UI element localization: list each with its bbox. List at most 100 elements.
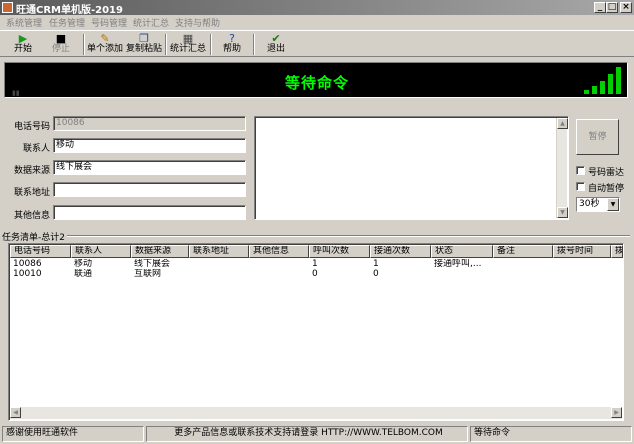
scroll-up-arrow-icon[interactable]: ▲	[557, 118, 568, 129]
column-header[interactable]: 备注	[493, 245, 553, 258]
menu-bar: 系统管理 任务管理 号码管理 统计汇总 支持与帮助	[0, 15, 634, 30]
stats-grid-icon: ▦	[182, 32, 194, 45]
toolbar: ▶ 开始 ■ 停止 ✎ 单个添加 ❐ 复制粘贴 ▦ 统计汇总 ? 帮助 ✔ 退出	[0, 30, 634, 57]
checkmark-exit-icon: ✔	[271, 32, 281, 45]
other-info-field[interactable]	[53, 205, 246, 220]
column-header[interactable]: 联系地址	[189, 245, 249, 258]
number-flash-checkbox[interactable]	[576, 166, 585, 175]
add-record-icon: ✎	[100, 32, 110, 45]
table-cell: 联通	[74, 269, 93, 279]
clipboard-icon: ❐	[139, 32, 149, 45]
table-cell	[556, 259, 611, 269]
notes-textarea[interactable]: ▲ ▼	[254, 116, 569, 220]
signal-bar	[608, 74, 613, 94]
copy-paste-button[interactable]: ❐ 复制粘贴	[125, 32, 163, 57]
horizontal-scrollbar[interactable]: ◀ ▶	[10, 407, 622, 419]
table-cell	[252, 269, 309, 279]
signal-bar	[584, 90, 589, 94]
start-button[interactable]: ▶ 开始	[6, 32, 40, 57]
table-cell	[614, 269, 623, 279]
column-header[interactable]: 电话号码	[10, 245, 71, 258]
group-divider	[2, 235, 630, 237]
table-cell: 0	[373, 269, 379, 279]
task-list[interactable]: 电话号码联系人数据来源联系地址其他信息呼叫次数接通次数状态备注拨号时间拨 100…	[8, 243, 624, 421]
table-cell: 1	[373, 259, 379, 269]
table-cell: 移动	[74, 259, 93, 269]
table-cell	[496, 259, 553, 269]
app-icon[interactable]	[2, 2, 13, 13]
close-button[interactable]: ×	[620, 2, 632, 13]
table-cell: 线下展会	[134, 259, 171, 269]
scroll-left-arrow-icon[interactable]: ◀	[10, 407, 21, 418]
maximize-button[interactable]: □	[606, 2, 618, 13]
status-display: ▮▮ 等待命令	[4, 62, 628, 98]
table-cell: 互联网	[134, 269, 162, 279]
signal-bar	[600, 81, 605, 94]
scroll-down-arrow-icon[interactable]: ▼	[557, 207, 568, 218]
column-header[interactable]: 其他信息	[249, 245, 309, 258]
stop-icon: ■	[55, 32, 67, 45]
address-field[interactable]	[53, 182, 246, 197]
contact-field[interactable]: 移动	[53, 138, 246, 153]
play-icon: ▶	[18, 32, 28, 45]
table-cell: 10086	[13, 259, 42, 269]
contact-label: 联系人	[22, 144, 50, 154]
menu-system[interactable]: 系统管理	[6, 16, 42, 29]
minimize-button[interactable]: _	[594, 2, 606, 13]
toolbar-separator	[83, 34, 85, 55]
signal-bar	[592, 86, 597, 94]
column-header[interactable]: 呼叫次数	[309, 245, 370, 258]
table-cell: 0	[312, 269, 318, 279]
scroll-right-arrow-icon[interactable]: ▶	[611, 407, 622, 418]
interval-select[interactable]: 30秒 ▼	[576, 197, 620, 212]
auto-pause-checkbox[interactable]	[576, 182, 585, 191]
menu-help[interactable]: 支持与帮助	[175, 16, 220, 29]
phone-label: 电话号码	[13, 122, 50, 132]
toolbar-separator	[253, 34, 255, 55]
number-flash-label: 号码雷达	[588, 168, 625, 178]
status-welcome: 感谢使用旺通软件	[2, 426, 144, 442]
table-cell: 接通呼叫,...	[434, 259, 482, 269]
source-label: 数据来源	[13, 166, 50, 176]
status-message: 等待命令	[284, 74, 349, 92]
toolbar-separator	[165, 34, 167, 55]
window-title: 旺通CRM单机版-2019	[16, 5, 123, 16]
notes-scrollbar[interactable]: ▲ ▼	[556, 118, 568, 218]
column-header[interactable]: 状态	[431, 245, 493, 258]
table-cell	[614, 259, 623, 269]
table-row[interactable]: 10086 移动 线下展会 1 1 接通呼叫,...	[9, 259, 623, 269]
column-header[interactable]: 数据来源	[131, 245, 189, 258]
column-header[interactable]: 拨号时间	[553, 245, 611, 258]
column-header[interactable]: 联系人	[71, 245, 131, 258]
exit-button[interactable]: ✔ 退出	[264, 32, 288, 57]
table-cell: 1	[312, 259, 318, 269]
help-icon: ?	[229, 32, 235, 45]
table-cell: 10010	[13, 269, 42, 279]
table-cell	[556, 269, 611, 279]
source-field[interactable]: 线下展会	[53, 160, 246, 175]
phone-field[interactable]: 10086	[53, 116, 246, 131]
stop-button[interactable]: ■ 停止	[44, 32, 78, 57]
chevron-down-icon[interactable]: ▼	[607, 198, 619, 211]
other-info-label: 其他信息	[13, 211, 50, 221]
menu-number[interactable]: 号码管理	[91, 16, 127, 29]
address-label: 联系地址	[13, 188, 50, 198]
pause-button[interactable]: 暂停	[576, 119, 619, 155]
menu-task[interactable]: 任务管理	[49, 16, 85, 29]
column-header[interactable]: 拨	[611, 245, 623, 258]
menu-stats[interactable]: 统计汇总	[133, 16, 169, 29]
toolbar-separator	[210, 34, 212, 55]
column-header[interactable]: 接通次数	[370, 245, 431, 258]
task-list-title: 任务清单-总计2	[2, 230, 67, 243]
table-cell	[192, 259, 249, 269]
signal-bar	[616, 67, 621, 94]
add-single-button[interactable]: ✎ 单个添加	[86, 32, 124, 57]
table-cell	[252, 259, 309, 269]
table-row[interactable]: 10010 联通 互联网 0 0	[9, 269, 623, 279]
interval-value: 30秒	[579, 199, 600, 209]
stats-button[interactable]: ▦ 统计汇总	[169, 32, 207, 57]
help-button[interactable]: ? 帮助	[220, 32, 244, 57]
table-cell	[496, 269, 553, 279]
status-info: 更多产品信息或联系技术支持请登录 HTTP://WWW.TELBOM.COM	[146, 426, 468, 442]
title-bar[interactable]: 旺通CRM单机版-2019 _ □ ×	[0, 0, 634, 16]
